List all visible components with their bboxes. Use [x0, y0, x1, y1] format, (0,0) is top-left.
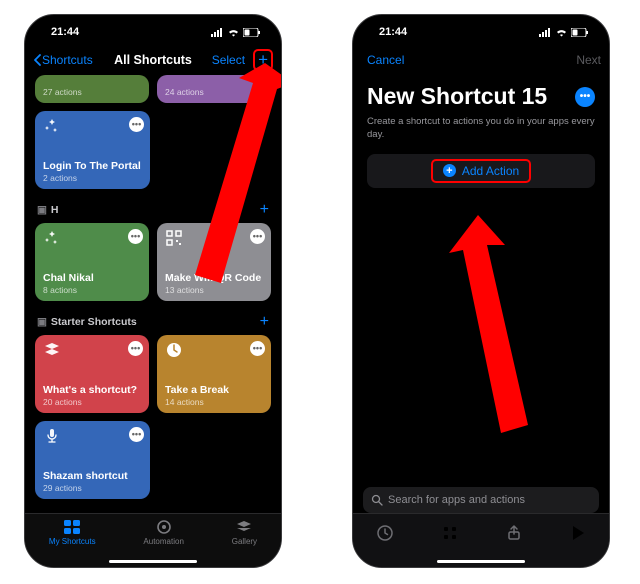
next-button[interactable]: Next — [576, 53, 601, 67]
section-add-button[interactable]: + — [260, 201, 269, 219]
section-label: Starter Shortcuts — [51, 316, 137, 328]
tile-sub: 24 actions — [165, 87, 263, 97]
add-shortcut-button[interactable]: + — [253, 49, 273, 71]
back-button[interactable]: Shortcuts — [33, 53, 93, 67]
shortcut-tile[interactable]: ••• Chal Nikal 8 actions — [35, 223, 149, 301]
cancel-button[interactable]: Cancel — [367, 53, 404, 67]
status-time: 21:44 — [51, 26, 79, 38]
tile-menu-button[interactable]: ••• — [129, 117, 144, 132]
tile-title: Make Wifi QR Code — [165, 272, 263, 284]
tile-title: Login To The Portal — [43, 160, 142, 172]
status-bar: 21:44 — [25, 15, 281, 45]
page-title-row: New Shortcut 15 ••• — [353, 75, 609, 114]
search-input[interactable]: Search for apps and actions — [363, 487, 599, 513]
battery-icon — [571, 28, 589, 37]
stack-icon — [43, 341, 61, 359]
toolbar-apps-button[interactable] — [441, 524, 459, 547]
section-header-h: ▣ H + — [35, 197, 271, 223]
section-add-button[interactable]: + — [260, 313, 269, 331]
status-icons — [539, 28, 589, 37]
tile-sub: 27 actions — [43, 87, 141, 97]
add-action-button[interactable]: + Add Action — [367, 154, 595, 188]
wand-icon — [43, 117, 61, 135]
tab-label: My Shortcuts — [49, 537, 96, 546]
status-time: 21:44 — [379, 26, 407, 38]
shortcut-tile[interactable]: 24 actions — [157, 75, 271, 103]
page-title: New Shortcut 15 — [367, 83, 547, 110]
shortcut-tile[interactable]: ••• Take a Break 14 actions — [157, 335, 271, 413]
status-bar: 21:44 — [353, 15, 609, 45]
tile-sub: 2 actions — [43, 173, 142, 183]
tile-menu-button[interactable]: ••• — [128, 229, 143, 244]
shortcut-tile[interactable]: ••• What's a shortcut? 20 actions — [35, 335, 149, 413]
tab-my-shortcuts[interactable]: My Shortcuts — [49, 519, 96, 567]
grid-icon — [63, 519, 81, 535]
tab-gallery[interactable]: Gallery — [232, 519, 257, 567]
status-icons — [211, 28, 261, 37]
select-button[interactable]: Select — [212, 53, 245, 67]
signal-icon — [539, 28, 552, 37]
plus-circle-icon: + — [443, 164, 456, 177]
toolbar-share-button[interactable] — [505, 524, 523, 547]
add-action-label: Add Action — [462, 164, 519, 178]
share-icon — [505, 524, 523, 542]
nav-title: All Shortcuts — [114, 53, 192, 67]
tile-menu-button[interactable]: ••• — [129, 427, 144, 442]
page-description: Create a shortcut to actions you do in y… — [353, 114, 609, 154]
tile-sub: 29 actions — [43, 483, 142, 493]
shortcut-tile[interactable]: ••• Make Wifi QR Code 13 actions — [157, 223, 271, 301]
tab-label: Automation — [143, 537, 183, 546]
search-icon — [371, 494, 383, 506]
toolbar-suggestions-button[interactable] — [376, 524, 394, 547]
clock-icon — [165, 341, 183, 359]
tile-title: Chal Nikal — [43, 272, 141, 284]
tile-menu-button[interactable]: ••• — [250, 229, 265, 244]
tile-sub: 14 actions — [165, 397, 263, 407]
home-indicator[interactable] — [109, 560, 197, 564]
clock-icon — [376, 524, 394, 542]
folder-icon: ▣ — [37, 204, 47, 216]
grid-small-icon — [441, 524, 459, 542]
chevron-left-icon — [33, 54, 42, 66]
mic-icon — [43, 427, 61, 445]
automation-icon — [155, 519, 173, 535]
section-label: H — [51, 204, 59, 216]
nav-bar-right: Cancel Next — [353, 45, 609, 75]
section-header-starter: ▣ Starter Shortcuts + — [35, 309, 271, 335]
toolbar-run-button[interactable] — [570, 524, 586, 547]
tile-menu-button[interactable]: ••• — [128, 341, 143, 356]
play-icon — [570, 524, 586, 542]
tile-title: Shazam shortcut — [43, 470, 142, 482]
signal-icon — [211, 28, 224, 37]
phone-right: 21:44 Cancel Next New Shortcut 15 ••• Cr… — [352, 14, 610, 568]
tile-title: Take a Break — [165, 384, 263, 396]
home-indicator[interactable] — [437, 560, 525, 564]
gallery-icon — [235, 519, 253, 535]
annotation-highlight: + Add Action — [431, 159, 531, 183]
folder-icon: ▣ — [37, 316, 47, 328]
nav-bar-left: Shortcuts All Shortcuts Select + — [25, 45, 281, 75]
shortcut-tile-login[interactable]: ••• Login To The Portal 2 actions — [35, 111, 150, 189]
tile-title: What's a shortcut? — [43, 384, 141, 396]
battery-icon — [243, 28, 261, 37]
tile-menu-button[interactable]: ••• — [250, 341, 265, 356]
tile-sub: 8 actions — [43, 285, 141, 295]
wifi-icon — [555, 28, 568, 37]
back-label: Shortcuts — [42, 53, 93, 67]
wand-icon — [43, 229, 61, 247]
tab-label: Gallery — [232, 537, 257, 546]
qr-icon — [165, 229, 183, 247]
search-placeholder: Search for apps and actions — [388, 494, 525, 506]
tile-sub: 20 actions — [43, 397, 141, 407]
shortcut-tile[interactable]: 27 actions — [35, 75, 149, 103]
shortcuts-list[interactable]: 27 actions 24 actions ••• Login To The P… — [25, 75, 281, 515]
shortcut-tile[interactable]: ••• Shazam shortcut 29 actions — [35, 421, 150, 499]
phone-left: 21:44 Shortcuts All Shortcuts Select + 2… — [24, 14, 282, 568]
wifi-icon — [227, 28, 240, 37]
tile-sub: 13 actions — [165, 285, 263, 295]
more-button[interactable]: ••• — [575, 87, 595, 107]
